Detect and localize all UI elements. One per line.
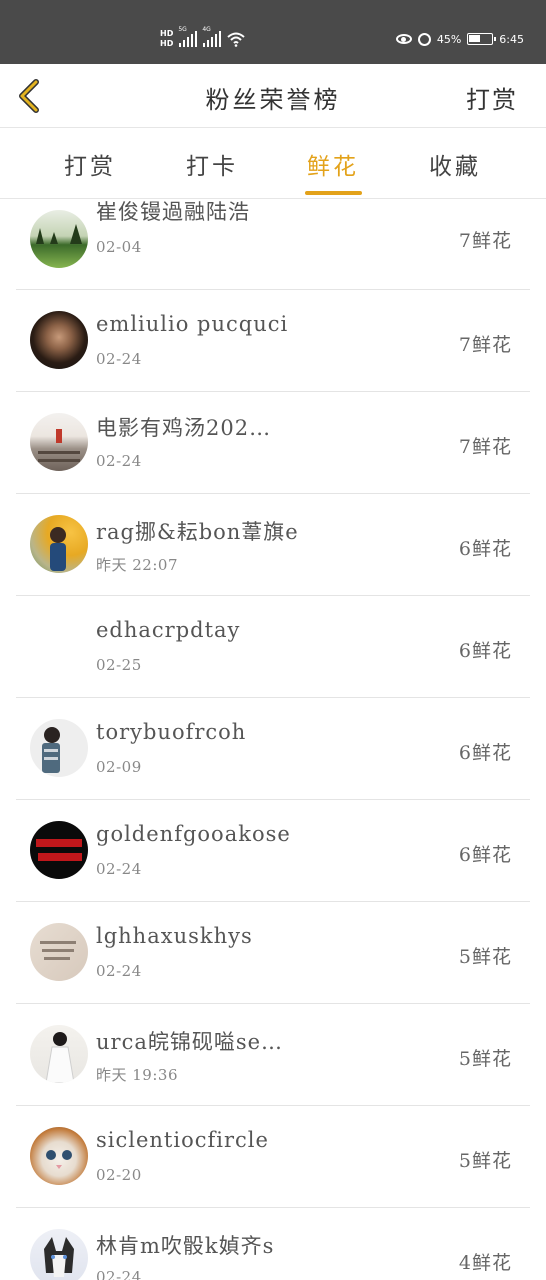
signal-icon: 5G [178, 26, 198, 47]
flower-count: 5鲜花 [458, 946, 512, 968]
header-bar: 粉丝荣誉榜 打赏 [0, 64, 546, 128]
page-title: 粉丝荣誉榜 [205, 86, 341, 114]
fan-date: 02-24 [96, 1268, 142, 1280]
eye-icon [395, 34, 412, 44]
fan-date: 02-24 [96, 452, 142, 470]
signal-icon-2: 4G [202, 26, 222, 47]
alarm-icon [417, 32, 431, 46]
hd-indicator: HD HD [160, 29, 173, 49]
fan-date: 昨天 19:36 [96, 1066, 178, 1084]
avatar [30, 719, 88, 777]
status-right: 45% 6:45 [395, 30, 524, 48]
tab-reward[interactable]: 打赏 [45, 147, 135, 181]
battery-percent: 45% [436, 32, 462, 46]
status-left: HD HD 5G 4G [160, 24, 246, 54]
list-item[interactable]: rag挪&耘bon葦旗e 昨天 22:07 6鲜花 [0, 494, 546, 596]
fan-date: 02-04 [96, 238, 142, 256]
battery-icon [467, 33, 497, 45]
clock-time: 6:45 [499, 32, 524, 46]
flower-count: 6鲜花 [458, 640, 512, 662]
wifi-icon [227, 32, 246, 47]
fan-name: emliulio pucquci [96, 312, 289, 336]
flower-count: 7鲜花 [458, 436, 512, 458]
tab-checkin[interactable]: 打卡 [167, 147, 257, 181]
flower-count: 5鲜花 [458, 1048, 512, 1070]
flower-count: 5鲜花 [458, 1150, 512, 1172]
avatar [30, 1127, 88, 1185]
list-item[interactable]: edhacrpdtay 02-25 6鲜花 [0, 596, 546, 698]
list-item[interactable]: emliulio pucquci 02-24 7鲜花 [0, 290, 546, 392]
status-bar: HD HD 5G 4G 45% 6:45 [0, 0, 546, 64]
fan-name: goldenfgooakose [96, 822, 291, 846]
network-5g-label: 5G [178, 26, 187, 33]
fan-name: rag挪&耘bon葦旗e [96, 520, 299, 544]
list-item[interactable]: goldenfgooakose 02-24 6鲜花 [0, 800, 546, 902]
avatar [30, 210, 88, 268]
fan-name: 电影有鸡汤202… [96, 416, 272, 440]
fan-name: torybuofrcoh [96, 720, 247, 744]
avatar [30, 413, 88, 471]
list-item[interactable]: siclentiocfircle 02-20 5鲜花 [0, 1106, 546, 1208]
list-item[interactable]: 电影有鸡汤202… 02-24 7鲜花 [0, 392, 546, 494]
list-item[interactable]: torybuofrcoh 02-09 6鲜花 [0, 698, 546, 800]
avatar [30, 821, 88, 879]
fan-date: 02-25 [96, 656, 142, 674]
flower-count: 7鲜花 [458, 230, 512, 252]
avatar [30, 1025, 88, 1083]
fan-name: lghhaxuskhys [96, 924, 253, 948]
hd-label-1: HD [160, 29, 174, 38]
flower-count: 6鲜花 [458, 844, 512, 866]
flower-count: 7鲜花 [458, 334, 512, 356]
fan-name: siclentiocfircle [96, 1128, 269, 1152]
flower-count: 6鲜花 [458, 742, 512, 764]
avatar [30, 923, 88, 981]
flower-count: 4鲜花 [458, 1252, 512, 1274]
avatar [30, 311, 88, 369]
list-item[interactable]: 林肯m吹骰k媜齐s 02-24 4鲜花 [0, 1208, 546, 1280]
flower-count: 6鲜花 [458, 538, 512, 560]
fan-name: 林肯m吹骰k媜齐s [96, 1234, 275, 1258]
fan-date: 02-24 [96, 350, 142, 368]
fan-date: 02-24 [96, 962, 142, 980]
list-item[interactable]: lghhaxuskhys 02-24 5鲜花 [0, 902, 546, 1004]
list-item[interactable]: urca皖锦砚嗌se… 昨天 19:36 5鲜花 [0, 1004, 546, 1106]
avatar [30, 515, 88, 573]
tab-collect[interactable]: 收藏 [410, 147, 500, 181]
hd-label-2: HD [160, 39, 174, 48]
fan-date: 02-24 [96, 860, 142, 878]
reward-button[interactable]: 打赏 [466, 80, 518, 115]
fan-date: 昨天 22:07 [96, 556, 178, 574]
fan-name: urca皖锦砚嗌se… [96, 1030, 284, 1054]
avatar [30, 1229, 88, 1280]
fan-date: 02-20 [96, 1166, 142, 1184]
network-4g-label: 4G [202, 26, 211, 33]
list-item[interactable]: 崔俊镘過融陆浩 02-04 7鲜花 [0, 188, 546, 290]
fan-date: 02-09 [96, 758, 142, 776]
fan-name: 崔俊镘過融陆浩 [96, 200, 250, 224]
fan-name: edhacrpdtay [96, 618, 241, 642]
tab-flowers[interactable]: 鲜花 [288, 147, 378, 181]
